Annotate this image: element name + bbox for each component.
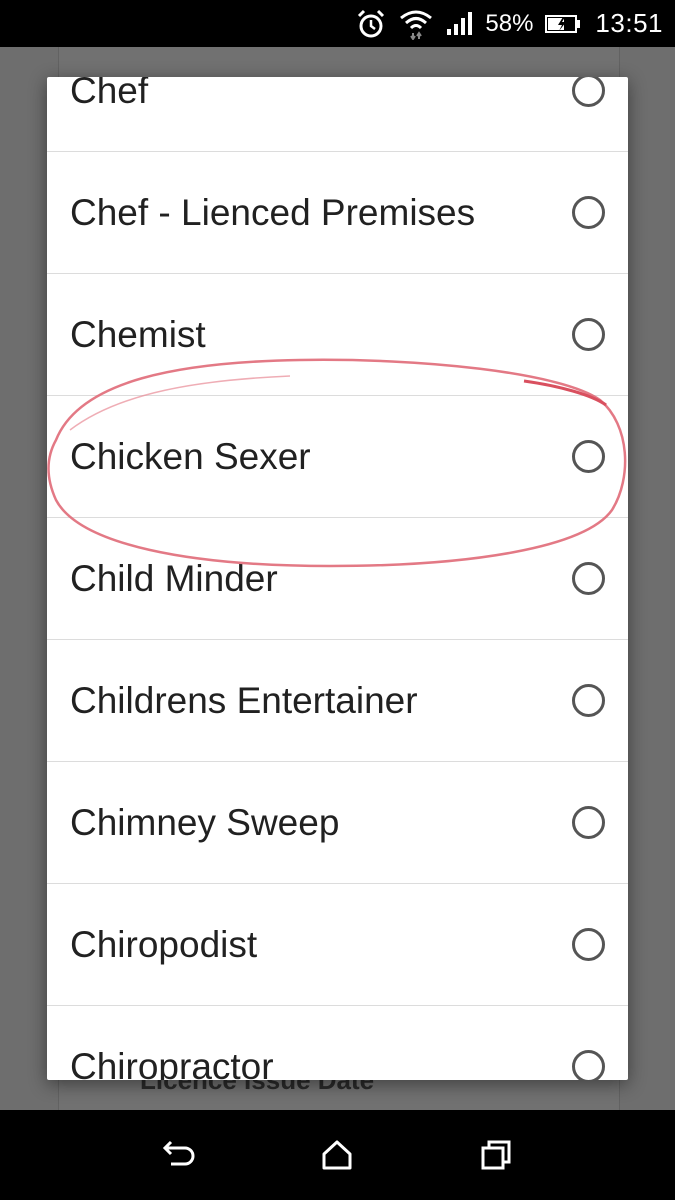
radio-button[interactable] [572, 806, 605, 839]
option-label: Chiropodist [70, 923, 258, 965]
recents-icon[interactable] [466, 1125, 526, 1185]
back-icon[interactable] [149, 1125, 209, 1185]
option-chemist[interactable]: Chemist [47, 274, 628, 396]
radio-button[interactable] [572, 928, 605, 961]
option-label: Chimney Sweep [70, 801, 340, 843]
status-time: 13:51 [595, 8, 663, 38]
option-label: Chef [70, 77, 149, 111]
battery-percent: 58% [485, 9, 534, 37]
radio-button[interactable] [572, 562, 605, 595]
alarm-clock-icon [355, 8, 387, 40]
option-chef[interactable]: Chef [47, 77, 628, 152]
option-label: Child Minder [70, 557, 278, 599]
option-chicken-sexer[interactable]: Chicken Sexer [47, 396, 628, 518]
wifi-icon [399, 8, 433, 40]
radio-button[interactable] [572, 1050, 605, 1080]
option-label: Childrens Entertainer [70, 679, 418, 721]
radio-button[interactable] [572, 196, 605, 229]
radio-button[interactable] [572, 318, 605, 351]
status-bar: 58% 13:51 [0, 0, 675, 47]
options-list[interactable]: Chef Chef - Lienced Premises Chemist Chi… [47, 77, 628, 1080]
option-child-minder[interactable]: Child Minder [47, 518, 628, 640]
radio-button[interactable] [572, 684, 605, 717]
radio-button[interactable] [572, 77, 605, 107]
signal-icon [445, 11, 475, 37]
radio-button[interactable] [572, 440, 605, 473]
option-chimney-sweep[interactable]: Chimney Sweep [47, 762, 628, 884]
occupation-dialog: Chef Chef - Lienced Premises Chemist Chi… [47, 77, 628, 1080]
battery-charging-icon [545, 14, 581, 34]
option-chiropodist[interactable]: Chiropodist [47, 884, 628, 1006]
option-chiropractor[interactable]: Chiropractor [47, 1006, 628, 1080]
navigation-bar [0, 1110, 675, 1200]
option-chef-lienced-premises[interactable]: Chef - Lienced Premises [47, 152, 628, 274]
option-childrens-entertainer[interactable]: Childrens Entertainer [47, 640, 628, 762]
home-icon[interactable] [307, 1125, 367, 1185]
option-label: Chemist [70, 313, 206, 355]
option-label: Chef - Lienced Premises [70, 191, 476, 233]
option-label: Chiropractor [70, 1045, 274, 1081]
option-label: Chicken Sexer [70, 435, 311, 477]
